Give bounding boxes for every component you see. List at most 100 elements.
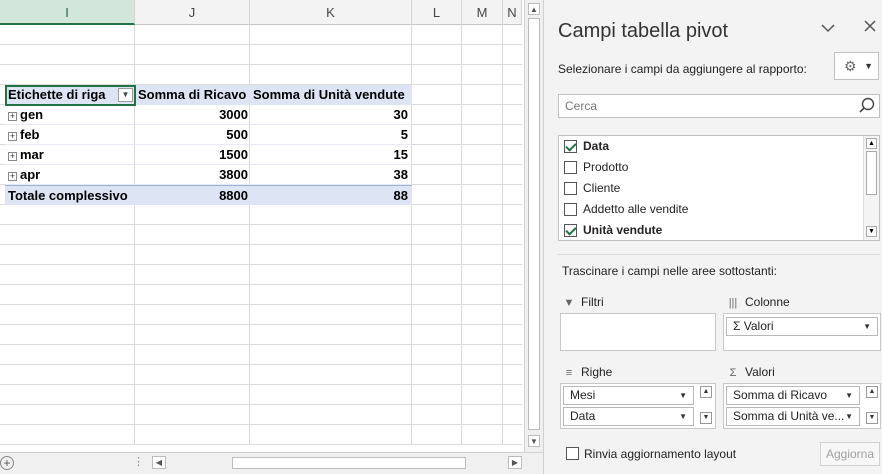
field-list-scroll-thumb[interactable] [866, 151, 877, 195]
field-item-unita-vendute[interactable]: Unità vendute [559, 220, 864, 240]
pivot-row-label[interactable]: apr [20, 167, 40, 182]
dropdown-arrow-icon[interactable]: ▼ [863, 318, 871, 335]
checkbox[interactable] [564, 203, 577, 216]
chevron-down-icon[interactable] [821, 20, 835, 37]
columns-values-chip[interactable]: Σ Valori ▼ [726, 317, 878, 336]
column-header-j[interactable]: J [135, 0, 250, 25]
expand-icon[interactable]: + [8, 172, 17, 181]
pivot-total-row: Totale complessivo 8800 88 [5, 185, 412, 205]
pivot-units-cell[interactable]: 15 [249, 145, 410, 165]
expand-icon[interactable]: + [8, 152, 17, 161]
pivot-units-cell[interactable]: 38 [249, 165, 410, 185]
close-icon[interactable] [864, 19, 876, 36]
column-header-m[interactable]: M [462, 0, 503, 25]
filters-area-label: ▼ Filtri [562, 293, 604, 311]
pivot-fields-pane: Campi tabella pivot Selezionare i campi … [543, 0, 882, 474]
field-label: Cliente [583, 181, 621, 195]
pivot-revenue-cell[interactable]: 3800 [135, 165, 249, 185]
pane-divider [558, 254, 880, 255]
values-unita-chip[interactable]: Somma di Unità ve... ▼ [726, 407, 860, 426]
checkbox[interactable] [564, 182, 577, 195]
pivot-row-label[interactable]: gen [20, 107, 43, 122]
column-header-k[interactable]: K [250, 0, 412, 25]
pivot-revenue-cell[interactable]: 3000 [135, 105, 249, 125]
columns-icon: ||| [728, 297, 738, 309]
area-title: Righe [581, 365, 613, 379]
expand-icon[interactable]: + [8, 112, 17, 121]
scroll-up-arrow-icon[interactable]: ▲ [700, 386, 712, 398]
checkbox-checked[interactable] [564, 140, 577, 153]
field-search-input[interactable]: Cerca [558, 94, 880, 118]
pivot-row: + feb 500 5 [5, 125, 412, 145]
column-header-n[interactable]: N [503, 0, 522, 25]
dropdown-arrow-icon[interactable]: ▼ [679, 387, 687, 404]
values-drop-area[interactable]: Somma di Ricavo ▼ Somma di Unità ve... ▼ ▲… [723, 383, 881, 429]
tab-split-handle-icon[interactable]: ⋮ [133, 455, 144, 468]
area-title: Filtri [581, 295, 604, 309]
area-title: Colonne [745, 295, 790, 309]
pivot-revenue-cell[interactable]: 1500 [135, 145, 249, 165]
checkbox[interactable] [564, 161, 577, 174]
rows-icon: ≡ [565, 367, 573, 379]
vertical-scroll-thumb[interactable] [528, 18, 540, 430]
scroll-down-arrow-icon[interactable]: ▼ [866, 226, 877, 237]
sheet-bottom-bar: + ⋮ ◀ ▶ [0, 452, 543, 474]
update-button[interactable]: Aggiorna [820, 442, 880, 466]
rows-area-scrollbar[interactable]: ▲ ▼ [700, 386, 712, 426]
pivot-units-cell[interactable]: 5 [249, 125, 410, 145]
field-label: Data [583, 139, 610, 153]
checkbox[interactable] [566, 447, 579, 460]
grand-total-label[interactable]: Totale complessivo [5, 186, 135, 206]
sum-revenue-header[interactable]: Somma di Ricavo [135, 85, 249, 105]
scroll-up-arrow-icon[interactable]: ▲ [528, 3, 540, 15]
tools-settings-button[interactable]: ⚙ ▼ [834, 52, 879, 80]
drag-instructions: Trascinare i campi nelle aree sottostant… [562, 264, 777, 278]
scroll-down-arrow-icon[interactable]: ▼ [528, 435, 540, 447]
rows-data-chip[interactable]: Data ▼ [563, 407, 694, 426]
checkbox-checked[interactable] [564, 224, 577, 237]
dropdown-arrow-icon[interactable]: ▼ [845, 408, 853, 425]
column-header-i[interactable]: I [0, 0, 135, 25]
sum-units-header[interactable]: Somma di Unità vendute [249, 85, 410, 105]
vertical-scrollbar[interactable]: ▲ ▼ [524, 0, 543, 452]
rows-mesi-chip[interactable]: Mesi ▼ [563, 386, 694, 405]
field-item-prodotto[interactable]: Prodotto [559, 157, 864, 178]
grand-total-units[interactable]: 88 [249, 186, 410, 206]
values-area-label: Σ Valori [726, 363, 775, 381]
pivot-revenue-cell[interactable]: 500 [135, 125, 249, 145]
field-item-addetto[interactable]: Addetto alle vendite [559, 199, 864, 220]
search-icon[interactable] [859, 95, 875, 117]
rows-drop-area[interactable]: Mesi ▼ Data ▼ ▲ ▼ [560, 383, 716, 429]
cell-grid[interactable]: Etichette di riga ▼ Somma di Ricavo Somm… [0, 25, 522, 445]
scroll-down-arrow-icon[interactable]: ▼ [866, 412, 878, 424]
column-header-l[interactable]: L [412, 0, 462, 25]
rows-area-label: ≡ Righe [562, 363, 613, 381]
values-area-scrollbar[interactable]: ▲ ▼ [866, 386, 878, 426]
pane-subtitle: Selezionare i campi da aggiungere al rap… [558, 62, 807, 76]
scroll-down-arrow-icon[interactable]: ▼ [700, 412, 712, 424]
values-ricavo-chip[interactable]: Somma di Ricavo ▼ [726, 386, 860, 405]
pivot-row-label[interactable]: feb [20, 127, 40, 142]
scroll-left-arrow-icon[interactable]: ◀ [152, 456, 166, 469]
horizontal-scroll-thumb[interactable] [232, 457, 466, 469]
expand-icon[interactable]: + [8, 132, 17, 141]
defer-layout-update-option[interactable]: Rinvia aggiornamento layout [566, 447, 736, 461]
scroll-up-arrow-icon[interactable]: ▲ [866, 386, 878, 398]
column-headers: I J K L M N [0, 0, 522, 25]
field-item-data[interactable]: Data [559, 136, 864, 157]
horizontal-scrollbar[interactable]: ◀ ▶ [152, 455, 524, 471]
dropdown-arrow-icon[interactable]: ▼ [679, 408, 687, 425]
dropdown-arrow-icon[interactable]: ▼ [845, 387, 853, 404]
chip-label: Mesi [570, 388, 596, 402]
field-list-scrollbar[interactable]: ▲ ▼ [863, 136, 879, 240]
filters-drop-area[interactable] [560, 313, 716, 351]
grand-total-revenue[interactable]: 8800 [135, 186, 249, 206]
field-item-cliente[interactable]: Cliente [559, 178, 864, 199]
field-label: Unità vendute [583, 223, 663, 237]
pivot-units-cell[interactable]: 30 [249, 105, 410, 125]
scroll-up-arrow-icon[interactable]: ▲ [866, 138, 877, 149]
scroll-right-arrow-icon[interactable]: ▶ [508, 456, 522, 469]
pivot-row-label[interactable]: mar [20, 147, 44, 162]
add-sheet-icon[interactable]: + [0, 456, 14, 470]
columns-drop-area[interactable]: Σ Valori ▼ [723, 313, 881, 351]
